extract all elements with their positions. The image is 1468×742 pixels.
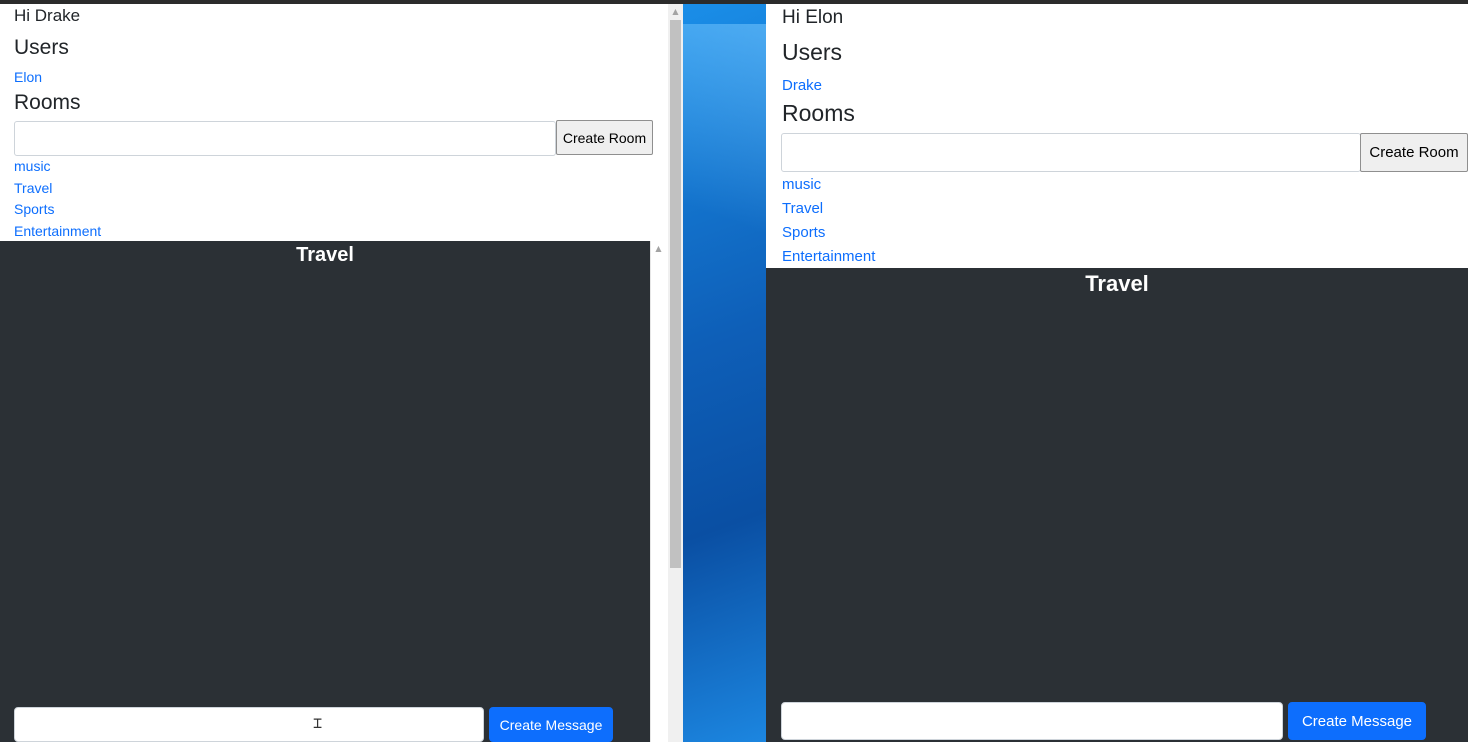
room-link-sports[interactable]: Sports — [14, 201, 54, 217]
chat-app-drake: Hi Drake Users Elon Rooms Create Room mu… — [0, 4, 668, 742]
chat-panel: Travel Create Message — [766, 268, 1468, 742]
chevron-up-icon[interactable]: ▲ — [668, 4, 683, 19]
message-input[interactable] — [14, 707, 484, 742]
room-link-entertainment[interactable]: Entertainment — [14, 223, 101, 239]
chat-room-title: Travel — [296, 244, 354, 266]
chat-panel: Travel ⌶ Create Message — [0, 241, 650, 742]
desktop-background — [683, 4, 766, 742]
room-name-input[interactable] — [14, 121, 556, 156]
greeting: Hi Drake — [14, 6, 81, 25]
desktop-light-streak — [683, 24, 766, 344]
room-link-travel[interactable]: Travel — [782, 200, 823, 217]
browser-window-elon: Hi Elon Users Drake Rooms Create Room mu… — [766, 4, 1468, 742]
chevron-up-icon[interactable]: ▲ — [651, 241, 666, 256]
room-link-music[interactable]: music — [14, 158, 51, 174]
message-input[interactable] — [781, 702, 1283, 740]
room-link-music[interactable]: music — [782, 176, 821, 193]
page-scrollbar[interactable]: ▲ — [668, 4, 683, 742]
scrollbar-thumb[interactable] — [670, 20, 681, 568]
room-link-travel[interactable]: Travel — [14, 180, 52, 196]
create-room-button[interactable]: Create Room — [1360, 133, 1468, 172]
room-link-entertainment[interactable]: Entertainment — [782, 248, 875, 265]
create-room-button[interactable]: Create Room — [556, 120, 653, 155]
browser-window-drake: Hi Drake Users Elon Rooms Create Room mu… — [0, 4, 683, 742]
room-link-sports[interactable]: Sports — [782, 224, 825, 241]
i-beam-cursor-icon: ⌶ — [313, 714, 323, 732]
chat-room-title: Travel — [1085, 271, 1149, 296]
user-link-drake[interactable]: Drake — [782, 77, 822, 94]
create-message-button[interactable]: Create Message — [489, 707, 613, 742]
users-heading: Users — [14, 36, 69, 59]
user-link-elon[interactable]: Elon — [14, 69, 42, 85]
rooms-heading: Rooms — [782, 100, 855, 126]
users-heading: Users — [782, 39, 843, 65]
rooms-heading: Rooms — [14, 91, 81, 114]
create-message-button[interactable]: Create Message — [1288, 702, 1426, 740]
room-name-input[interactable] — [781, 133, 1361, 172]
chat-scrollbar[interactable]: ▲ — [650, 241, 666, 742]
greeting: Hi Elon — [782, 7, 844, 28]
chat-app-elon: Hi Elon Users Drake Rooms Create Room mu… — [766, 4, 1468, 742]
